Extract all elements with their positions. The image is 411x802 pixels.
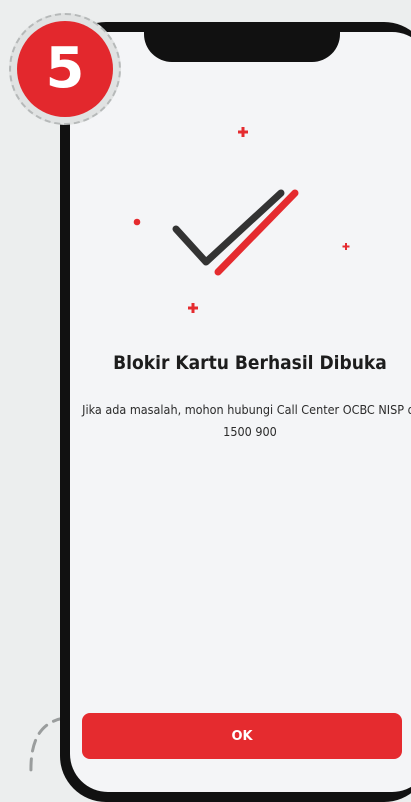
step-badge-circle: 5 — [17, 21, 113, 117]
plus-icon — [342, 243, 350, 250]
dot-icon — [133, 218, 141, 226]
plus-icon — [188, 303, 198, 313]
double-check-icon — [133, 127, 350, 313]
phone-frame: Blokir Kartu Berhasil Dibuka Jika ada ma… — [60, 22, 411, 802]
call-center-message: Jika ada masalah, mohon hubungi Call Cen… — [82, 402, 411, 439]
phone-screen: Blokir Kartu Berhasil Dibuka Jika ada ma… — [70, 32, 411, 792]
step-number: 5 — [45, 36, 85, 101]
phone-notch — [144, 32, 340, 62]
step-badge: 5 — [9, 13, 121, 125]
success-title: Blokir Kartu Berhasil Dibuka — [113, 352, 387, 374]
plus-icon — [238, 127, 248, 137]
ok-button[interactable]: OK — [82, 713, 402, 759]
